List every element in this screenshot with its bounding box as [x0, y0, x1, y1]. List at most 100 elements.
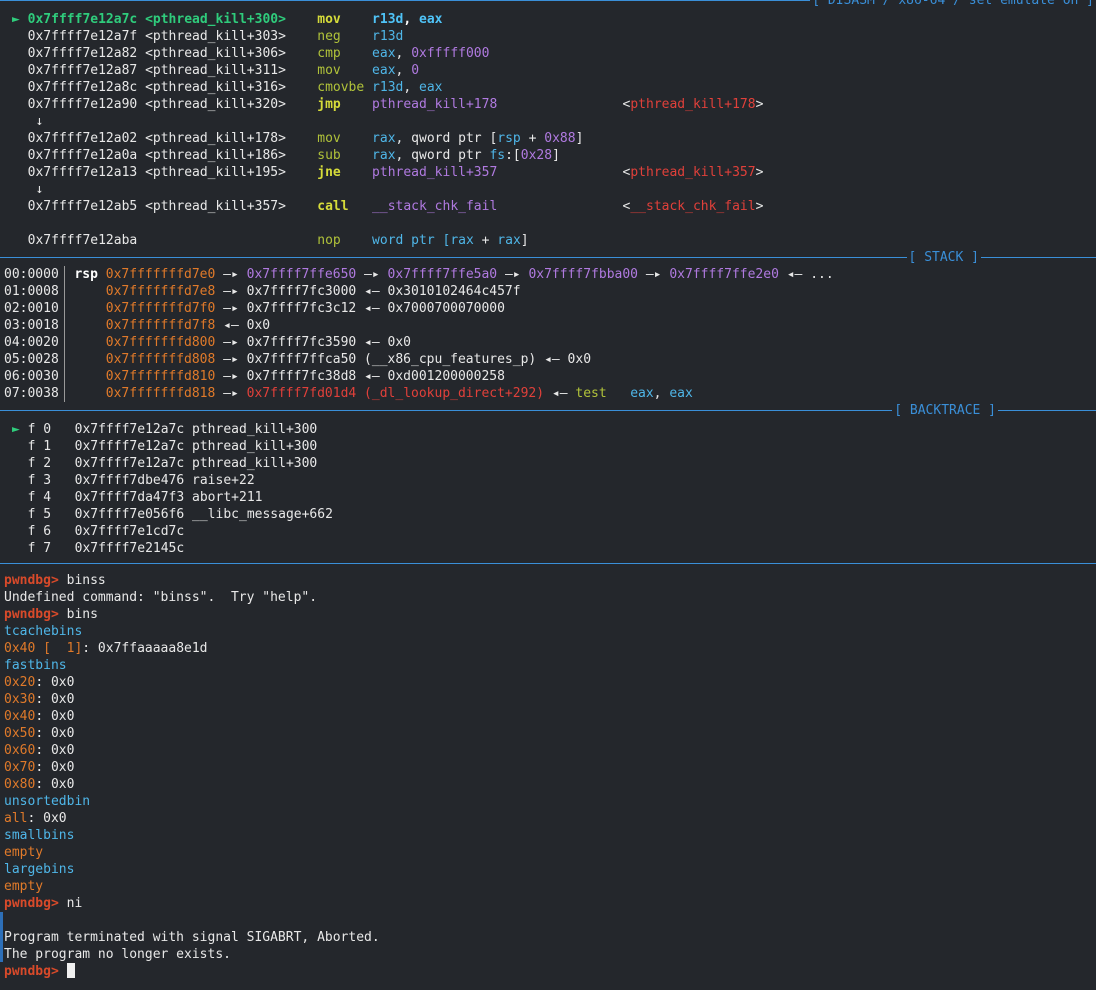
stack-row[interactable]: 05:0028 0x7fffffffd808 —▸ 0x7ffff7ffca50…	[4, 351, 1096, 368]
instruction-symbol: <pthread_kill+178>	[145, 131, 318, 146]
disasm-line[interactable]: 0x7ffff7e12a7f <pthread_kill+303> neg r1…	[12, 28, 1096, 45]
instruction-operand: pthread_kill+178	[372, 97, 498, 112]
console-text: 0x40	[4, 709, 36, 724]
console-text: 0x80	[4, 777, 36, 792]
disasm-line[interactable]: 0x7ffff7e12a90 <pthread_kill+320> jmp pt…	[12, 96, 1096, 113]
stack-row[interactable]: 03:0018 0x7fffffffd7f8 ◂— 0x0	[4, 317, 1096, 334]
stack-register	[74, 352, 105, 367]
disasm-line[interactable]: 0x7ffff7e12ab5 <pthread_kill+357> call _…	[12, 198, 1096, 215]
backtrace-frame[interactable]: f 7 0x7ffff7e2145c	[12, 540, 1096, 557]
stack-row[interactable]: 00:0000 rsp 0x7fffffffd7e0 —▸ 0x7ffff7ff…	[4, 266, 1096, 283]
disasm-line[interactable]: ↓	[12, 181, 1096, 198]
context-end-separator	[0, 563, 1096, 564]
disasm-line[interactable]: 0x7ffff7e12a8c <pthread_kill+316> cmovbe…	[12, 79, 1096, 96]
instruction-operand: ]	[520, 233, 529, 248]
disasm-line[interactable]: 0x7ffff7e12a13 <pthread_kill+195> jne pt…	[12, 164, 1096, 181]
frame-address: 0x7ffff7dbe476	[74, 473, 185, 488]
stack-offset: 04:0020	[4, 335, 59, 350]
console-line: 0x40 [ 1]: 0x7ffaaaaa8e1d	[4, 640, 1096, 657]
console-text: : 0x0	[27, 811, 67, 826]
stack-offset: 05:0028	[4, 352, 59, 367]
section-header-stack: [ STACK ]	[906, 249, 981, 266]
instruction-operand: rax	[497, 233, 521, 248]
disasm-line[interactable]: ↓	[12, 113, 1096, 130]
instruction-operand: rax	[372, 148, 396, 163]
backtrace-frame[interactable]: f 3 0x7ffff7dbe476 raise+22	[12, 472, 1096, 489]
terminal-cursor[interactable]	[66, 963, 75, 978]
frame-address: 0x7ffff7e12a7c	[74, 456, 185, 471]
backtrace-frame[interactable]: f 5 0x7ffff7e056f6 __libc_message+662	[12, 506, 1096, 523]
stack-register	[74, 386, 105, 401]
stack-row[interactable]: 06:0030 0x7fffffffd810 —▸ 0x7ffff7fc38d8…	[4, 368, 1096, 385]
frame-symbol: pthread_kill+300	[192, 439, 318, 454]
frame-address: 0x7ffff7e12a7c	[74, 422, 185, 437]
stack-row[interactable]: 07:0038 0x7fffffffd818 —▸ 0x7ffff7fd01d4…	[4, 385, 1096, 402]
console-text: 0x40 [ 1]	[4, 641, 83, 656]
stack-value: 0x7ffff7ffe2e0	[669, 267, 779, 282]
current-frame-marker	[12, 490, 28, 505]
frame-symbol: pthread_kill+300	[192, 456, 318, 471]
instruction-operand: ,	[395, 63, 412, 78]
disasm-line[interactable]: ► 0x7ffff7e12a7c <pthread_kill+300> mov …	[12, 11, 1096, 28]
disasm-line[interactable]	[12, 215, 1096, 232]
backtrace-frame[interactable]: f 6 0x7ffff7e1cd7c	[12, 523, 1096, 540]
disasm-line[interactable]: 0x7ffff7e12a0a <pthread_kill+186> sub ra…	[12, 147, 1096, 164]
console-line: empty	[4, 878, 1096, 895]
branch-target-annotation: pthread_kill+178	[630, 97, 756, 112]
console-line: fastbins	[4, 657, 1096, 674]
stack-value: —▸	[215, 386, 247, 401]
stack-register	[74, 369, 105, 384]
text-segment	[59, 301, 75, 316]
stack-value: 0x7fffffffd7e0	[105, 267, 216, 282]
disasm-line[interactable]: 0x7ffff7e12a87 <pthread_kill+311> mov ea…	[12, 62, 1096, 79]
text-segment: >	[755, 97, 764, 112]
frame-symbol: raise+22	[192, 473, 255, 488]
console-text: empty	[4, 879, 44, 894]
console-text: tcachebins	[4, 624, 83, 639]
instruction-address: 0x7ffff7e12a87	[27, 63, 138, 78]
current-instruction-marker	[12, 46, 28, 61]
stack-row[interactable]: 02:0010 0x7fffffffd7f0 —▸ 0x7ffff7fc3c12…	[4, 300, 1096, 317]
text-segment	[137, 80, 145, 95]
instruction-mnemonic: mov	[317, 63, 373, 78]
console-line: Program terminated with signal SIGABRT, …	[4, 929, 1096, 946]
instruction-mnemonic: mov	[317, 131, 373, 146]
stack-value: —▸ 0x7ffff7ffca50 (__x86_cpu_features_p)…	[215, 352, 592, 367]
text-segment	[184, 456, 192, 471]
stack-row[interactable]: 04:0020 0x7fffffffd800 —▸ 0x7ffff7fc3590…	[4, 334, 1096, 351]
jump-arrow-icon: ↓	[12, 182, 44, 197]
text-segment	[59, 284, 75, 299]
console-text: bins	[66, 607, 98, 622]
backtrace-frame[interactable]: f 2 0x7ffff7e12a7c pthread_kill+300	[12, 455, 1096, 472]
stack-value: 0x7fffffffd7e8	[105, 284, 216, 299]
text-segment	[59, 369, 75, 384]
console-text: empty	[4, 845, 44, 860]
stack-value: ,	[653, 386, 670, 401]
instruction-address: 0x7ffff7e12a90	[27, 97, 138, 112]
current-instruction-marker	[12, 165, 28, 180]
backtrace-frame[interactable]: f 4 0x7ffff7da47f3 abort+211	[12, 489, 1096, 506]
instruction-symbol	[145, 233, 317, 248]
console-text: binss	[66, 573, 106, 588]
console-text: : 0x0	[35, 743, 75, 758]
stack-value: —▸ 0x7ffff7fc3590 ◂— 0x0	[215, 335, 412, 350]
current-instruction-marker	[12, 148, 28, 163]
instruction-mnemonic: jmp	[317, 97, 373, 112]
frame-number: f 3	[27, 473, 52, 488]
backtrace-frame[interactable]: f 1 0x7ffff7e12a7c pthread_kill+300	[12, 438, 1096, 455]
text-segment	[137, 233, 145, 248]
disasm-line[interactable]: 0x7ffff7e12aba nop word ptr [rax + rax]	[12, 232, 1096, 249]
text-segment	[184, 541, 192, 556]
text-segment	[51, 507, 74, 522]
instruction-mnemonic: call	[317, 199, 373, 214]
disasm-line[interactable]: 0x7ffff7e12a82 <pthread_kill+306> cmp ea…	[12, 45, 1096, 62]
text-segment	[59, 352, 75, 367]
stack-offset: 00:0000	[4, 267, 59, 282]
jump-arrow-icon: ↓	[12, 114, 44, 129]
console-text: : 0x0	[35, 692, 75, 707]
instruction-address: 0x7ffff7e12a8c	[27, 80, 138, 95]
stack-row[interactable]: 01:0008 0x7fffffffd7e8 —▸ 0x7ffff7fc3000…	[4, 283, 1096, 300]
backtrace-frame[interactable]: ► f 0 0x7ffff7e12a7c pthread_kill+300	[12, 421, 1096, 438]
disasm-line[interactable]: 0x7ffff7e12a02 <pthread_kill+178> mov ra…	[12, 130, 1096, 147]
instruction-symbol: <pthread_kill+316>	[145, 80, 318, 95]
